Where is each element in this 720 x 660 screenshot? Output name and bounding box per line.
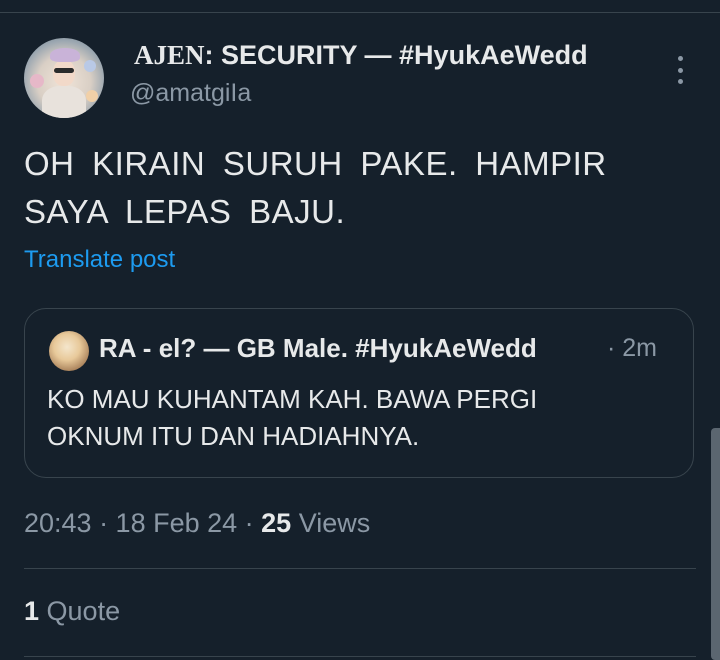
translate-post-link[interactable]: Translate post [24, 246, 175, 274]
views-count: 25 [261, 508, 292, 538]
avatar-figure-glasses [54, 68, 74, 73]
quotes-count: 1 [24, 596, 40, 626]
post-text-line: SAYA LEPAS BAJU. [24, 193, 346, 230]
quoted-post-time: · 2m [607, 334, 657, 362]
quoted-text-line: OKNUM ITU DAN HADIAHNYA. [47, 421, 420, 451]
post-text: OH KIRAIN SURUH PAKE. HAMPIR SAYA LEPAS … [24, 140, 684, 236]
avatar-figure-face [53, 60, 75, 86]
post-timestamp-row: 20:43 · 18 Feb 24 · 25 Views [24, 508, 370, 539]
more-options-button[interactable] [668, 52, 692, 88]
author-handle[interactable]: @amatgiIa [130, 79, 251, 108]
quoted-author-avatar [49, 331, 89, 371]
post-timestamp[interactable]: 20:43 · 18 Feb 24 · [24, 508, 261, 538]
quoted-post-card[interactable]: RA - el? — GB Male. #HyukAeWedd · 2m KO … [24, 308, 694, 478]
quoted-post-text: KO MAU KUHANTAM KAH. BAWA PERGI OKNUM IT… [47, 381, 677, 455]
views-label: Views [291, 508, 371, 538]
scrollbar[interactable] [711, 428, 720, 660]
top-divider [0, 12, 720, 13]
quoted-author-name: RA - el? — GB Male. #HyukAeWedd [99, 333, 537, 363]
more-vertical-icon [677, 67, 683, 73]
avatar-figure-body [42, 86, 86, 118]
more-vertical-icon [677, 56, 683, 61]
avatar-decoration [86, 90, 98, 102]
author-name-rest: : SECURITY — #HyukAeWedd [204, 40, 588, 70]
quoted-text-line: KO MAU KUHANTAM KAH. BAWA PERGI [47, 384, 538, 414]
avatar-decoration [84, 60, 96, 72]
avatar-decoration [30, 74, 44, 88]
quotes-stat[interactable]: 1 Quote [24, 596, 120, 627]
quotes-label: Quote [39, 596, 121, 626]
avatar-figure-hat [50, 48, 80, 62]
more-vertical-icon [677, 79, 683, 84]
divider [24, 568, 696, 569]
author-avatar[interactable] [24, 38, 104, 118]
author-display-name[interactable]: AJEN: SECURITY — #HyukAeWedd [134, 40, 588, 71]
divider [24, 656, 696, 657]
author-name-prefix: AJEN [134, 40, 205, 70]
post-text-line: OH KIRAIN SURUH PAKE. HAMPIR [24, 145, 607, 182]
